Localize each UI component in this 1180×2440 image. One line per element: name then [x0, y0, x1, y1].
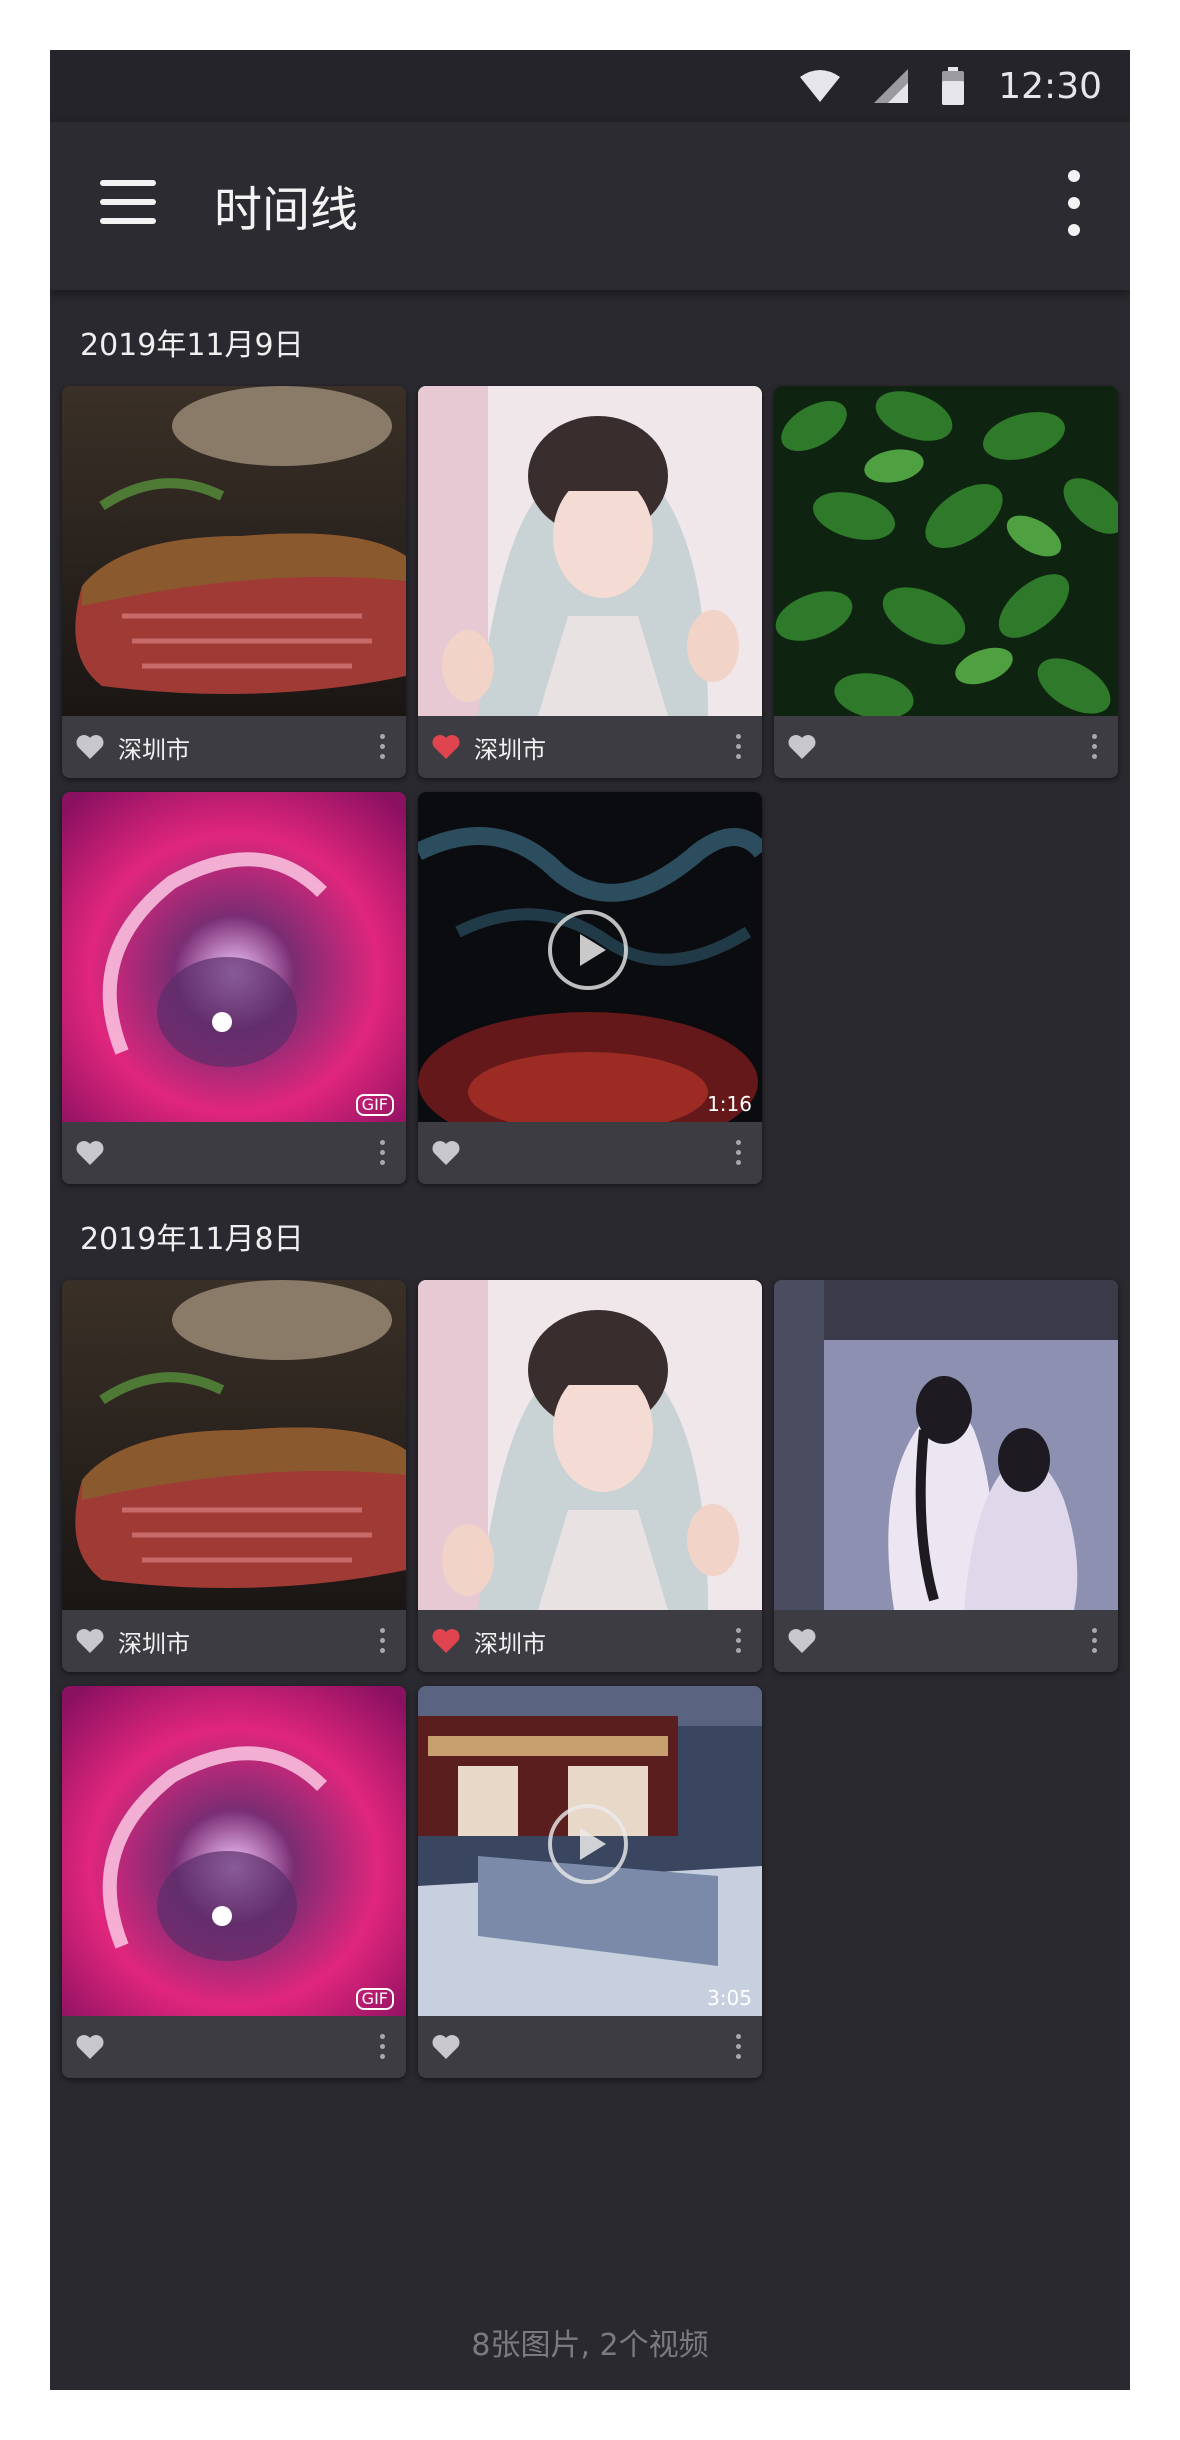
- tile-caption: [418, 2016, 762, 2078]
- tile-caption: 深圳市: [418, 1610, 762, 1672]
- media-tile[interactable]: [774, 386, 1118, 778]
- heart-icon[interactable]: [76, 1628, 104, 1654]
- tile-more-icon[interactable]: [380, 2034, 386, 2060]
- section-date-label: 2019年11月9日: [80, 328, 304, 363]
- media-tile[interactable]: 深圳市: [62, 1280, 406, 1672]
- media-tile[interactable]: 3:05: [418, 1686, 762, 2078]
- gif-thumbnail[interactable]: GIF: [62, 1686, 406, 2016]
- video-thumbnail[interactable]: 1:16: [418, 792, 762, 1122]
- media-tile[interactable]: 深圳市: [62, 386, 406, 778]
- media-summary: 8张图片, 2个视频: [471, 2328, 709, 2363]
- heart-icon[interactable]: [76, 734, 104, 760]
- tile-caption: [774, 1610, 1118, 1672]
- tile-more-icon[interactable]: [380, 1140, 386, 1166]
- tile-caption: [418, 1122, 762, 1184]
- video-thumbnail[interactable]: 3:05: [418, 1686, 762, 2016]
- location-label: 深圳市: [118, 1630, 190, 1658]
- video-duration: 1:16: [707, 1092, 752, 1116]
- tile-more-icon[interactable]: [380, 734, 386, 760]
- overflow-menu-icon[interactable]: [1066, 170, 1082, 236]
- wifi-icon: [800, 70, 841, 102]
- tile-more-icon[interactable]: [1092, 734, 1098, 760]
- location-label: 深圳市: [474, 736, 546, 764]
- cellular-signal-icon: [874, 69, 909, 103]
- media-tile[interactable]: GIF: [62, 792, 406, 1184]
- photo-thumbnail[interactable]: [418, 1280, 762, 1610]
- tile-more-icon[interactable]: [736, 1140, 742, 1166]
- media-tile[interactable]: 深圳市: [418, 386, 762, 778]
- hamburger-menu-icon[interactable]: [100, 180, 156, 224]
- tile-more-icon[interactable]: [380, 1628, 386, 1654]
- photo-thumbnail[interactable]: [774, 1280, 1118, 1610]
- heart-icon[interactable]: [76, 1140, 104, 1166]
- heart-icon[interactable]: [432, 734, 460, 760]
- gif-thumbnail[interactable]: GIF: [62, 792, 406, 1122]
- tile-caption: 深圳市: [418, 716, 762, 778]
- tile-more-icon[interactable]: [1092, 1628, 1098, 1654]
- heart-icon[interactable]: [76, 2034, 104, 2060]
- heart-icon[interactable]: [788, 734, 816, 760]
- gif-badge: GIF: [355, 1094, 394, 1116]
- heart-icon[interactable]: [788, 1628, 816, 1654]
- media-tile[interactable]: GIF: [62, 1686, 406, 2078]
- photo-thumbnail[interactable]: [774, 386, 1118, 716]
- tile-caption: [62, 1122, 406, 1184]
- video-duration: 3:05: [707, 1986, 752, 2010]
- status-time: 12:30: [998, 65, 1102, 107]
- tile-caption: 深圳市: [62, 716, 406, 778]
- heart-icon[interactable]: [432, 1140, 460, 1166]
- gif-badge: GIF: [355, 1988, 394, 2010]
- location-label: 深圳市: [474, 1630, 546, 1658]
- page-title: 时间线: [214, 182, 359, 238]
- tile-caption: 深圳市: [62, 1610, 406, 1672]
- play-icon[interactable]: [548, 910, 628, 990]
- tile-caption: [62, 2016, 406, 2078]
- location-label: 深圳市: [118, 736, 190, 764]
- photo-thumbnail[interactable]: [62, 1280, 406, 1610]
- phone-screen: 12:30 时间线 2019年11月9日 深圳市 深圳市 GIF 1:16 20…: [50, 50, 1130, 2390]
- media-tile[interactable]: 深圳市: [418, 1280, 762, 1672]
- battery-icon: [942, 67, 965, 105]
- tile-more-icon[interactable]: [736, 734, 742, 760]
- heart-icon[interactable]: [432, 2034, 460, 2060]
- media-tile[interactable]: [774, 1280, 1118, 1672]
- play-icon[interactable]: [548, 1804, 628, 1884]
- app-bar: 时间线: [50, 122, 1130, 290]
- photo-thumbnail[interactable]: [418, 386, 762, 716]
- media-tile[interactable]: 1:16: [418, 792, 762, 1184]
- section-date-label: 2019年11月8日: [80, 1222, 304, 1257]
- tile-more-icon[interactable]: [736, 1628, 742, 1654]
- status-bar: 12:30: [50, 50, 1130, 122]
- photo-thumbnail[interactable]: [62, 386, 406, 716]
- tile-caption: [774, 716, 1118, 778]
- heart-icon[interactable]: [432, 1628, 460, 1654]
- tile-more-icon[interactable]: [736, 2034, 742, 2060]
